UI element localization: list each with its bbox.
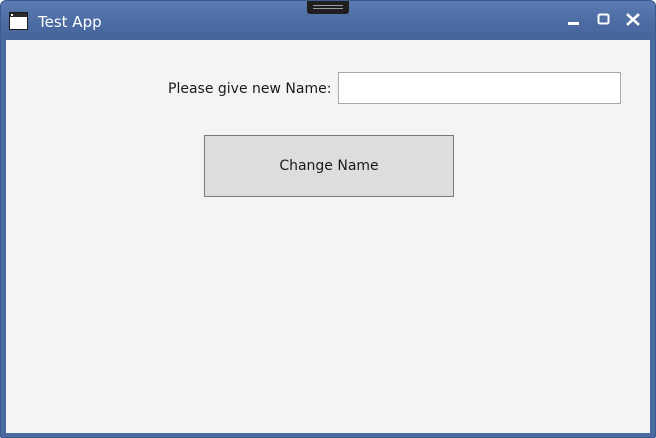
name-label: Please give new Name: [168, 81, 332, 97]
change-name-button[interactable]: Change Name [204, 135, 454, 197]
window-title: Test App [38, 13, 102, 31]
app-window: Test App Please give new Name: Change Na… [0, 0, 656, 438]
app-window-icon [9, 12, 28, 30]
client-area: Please give new Name: Change Name [6, 40, 650, 433]
title-bar[interactable]: Test App [1, 1, 655, 40]
name-input[interactable] [338, 72, 621, 104]
minimize-icon[interactable] [563, 9, 585, 31]
close-icon[interactable] [622, 9, 644, 31]
maximize-icon[interactable] [593, 9, 615, 31]
window-grip-handle[interactable] [307, 1, 349, 14]
